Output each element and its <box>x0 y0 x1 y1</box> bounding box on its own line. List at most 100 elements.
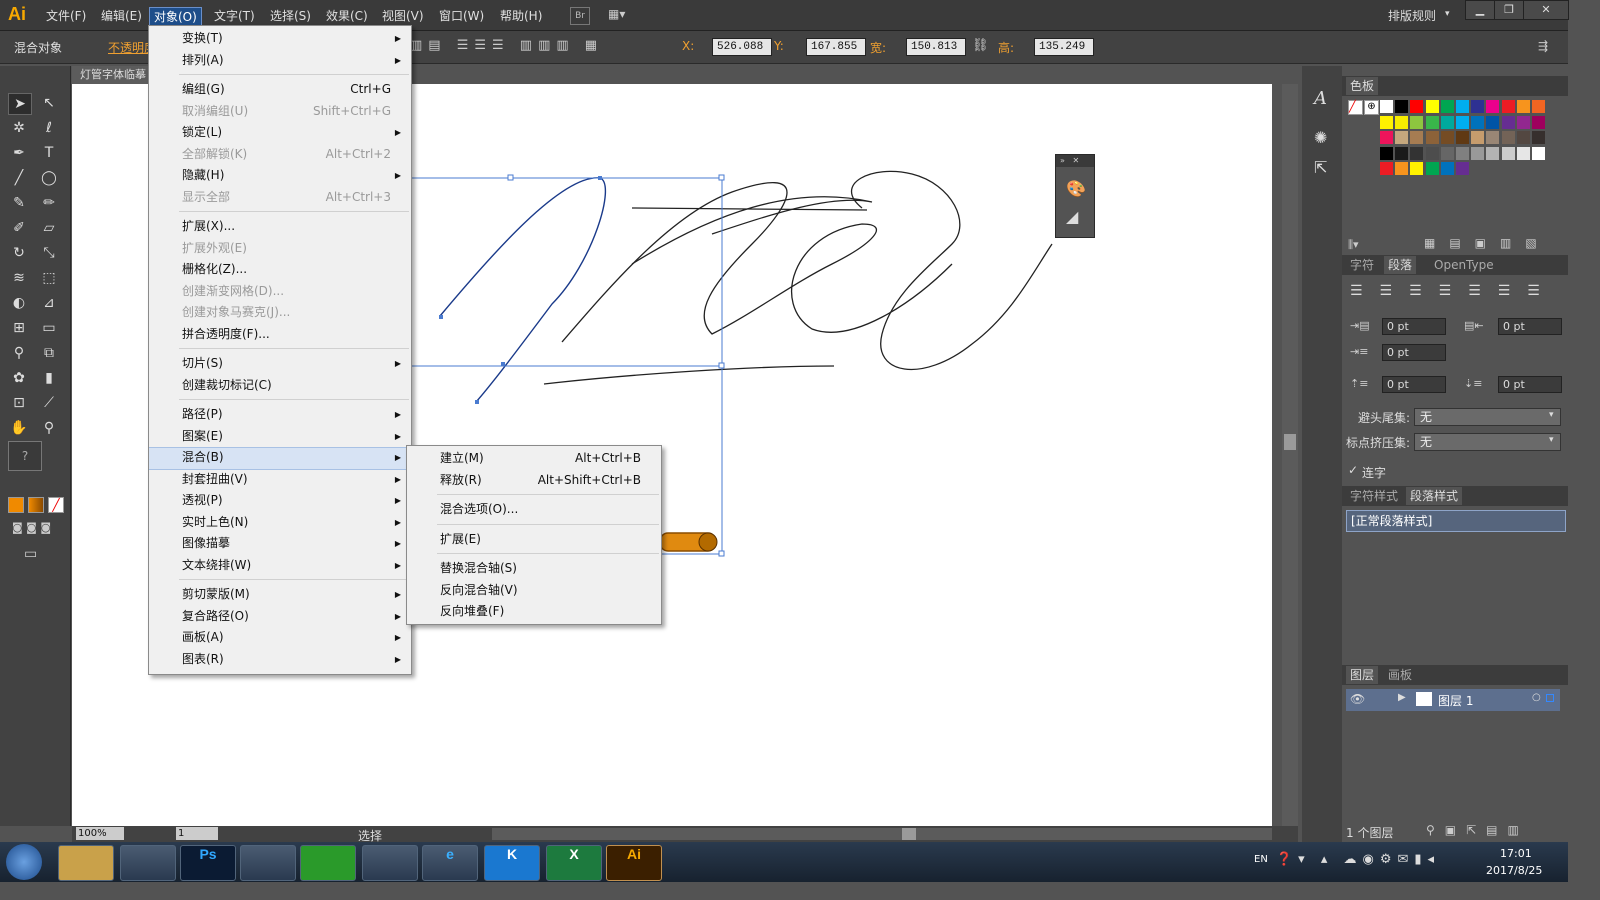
panel-menu-icon[interactable]: ⇶ <box>1538 39 1548 53</box>
color-swatch[interactable] <box>1425 146 1439 160</box>
left-indent-field[interactable]: 0 pt <box>1382 318 1446 335</box>
menu-edit[interactable]: 编辑(E) <box>97 7 146 25</box>
layer-name[interactable]: 图层 1 <box>1438 692 1473 709</box>
blend-tool-icon[interactable]: ⧉ <box>38 343 60 363</box>
rotate-icon[interactable]: ↻ <box>8 243 30 263</box>
scroll-thumb[interactable] <box>1284 434 1296 450</box>
tray-icons[interactable]: ❓▾ ▴ ☁◉⚙✉▮◂ <box>1276 852 1440 867</box>
restore-button[interactable]: ❐ <box>1494 0 1524 20</box>
object-menu-item[interactable]: 混合(B) ▶ <box>149 447 411 470</box>
menu-file[interactable]: 文件(F) <box>42 7 90 25</box>
graph-tool-icon[interactable]: ▮ <box>38 368 60 388</box>
pencil-icon[interactable]: ✏ <box>38 193 60 213</box>
color-swatch[interactable] <box>1486 115 1500 129</box>
taskbar-browser-icon[interactable] <box>120 845 176 881</box>
arrange-documents-icon[interactable]: ▦▾ <box>608 7 634 23</box>
hand-tool-icon[interactable]: ✋ <box>8 418 30 438</box>
layer-row[interactable]: 👁 ▶ 图层 1 ○ <box>1346 689 1560 711</box>
object-menu-item[interactable]: 文本绕排(W) ▶ <box>149 555 411 576</box>
y-field[interactable]: 167.855 <box>806 38 866 56</box>
hyphenate-checkbox[interactable]: ✓ <box>1348 463 1358 477</box>
mojikumi-select[interactable]: 无 <box>1414 433 1561 451</box>
pen-tool-icon[interactable]: ✒ <box>8 143 30 163</box>
color-swatch[interactable] <box>1456 146 1469 160</box>
object-menu-item[interactable]: 全部解锁(K) Alt+Ctrl+2 <box>149 144 411 165</box>
color-swatch[interactable] <box>1395 115 1409 129</box>
color-swatch[interactable] <box>1516 115 1530 129</box>
swatch-actions-icons[interactable]: ▦▤▣▥▧ <box>1424 236 1551 250</box>
color-swatch[interactable] <box>1516 100 1530 113</box>
object-menu-item[interactable]: 创建对象马赛克(J)... <box>149 302 411 323</box>
height-field[interactable]: 135.249 <box>1034 38 1094 56</box>
color-swatch[interactable] <box>1410 115 1424 129</box>
blend-menu-item[interactable]: 混合选项(O)... <box>407 499 661 520</box>
object-menu-item[interactable]: 变换(T) ▶ <box>149 28 411 49</box>
object-menu-item[interactable]: 复合路径(O) ▶ <box>149 606 411 627</box>
selection-indicator-icon[interactable] <box>1546 694 1554 702</box>
color-swatch[interactable] <box>1532 131 1545 144</box>
slice-tool-icon[interactable]: ⟋ <box>38 393 60 413</box>
color-swatch[interactable] <box>1456 162 1469 175</box>
color-swatch[interactable] <box>1395 146 1409 160</box>
chevron-down-icon[interactable]: ▾ <box>1549 410 1554 420</box>
eraser-icon[interactable]: ▱ <box>38 218 60 238</box>
hscroll-thumb[interactable] <box>902 828 916 840</box>
color-swatch[interactable] <box>1486 131 1500 144</box>
clock-time[interactable]: 17:01 <box>1500 847 1532 860</box>
object-menu-item[interactable]: 扩展(X)... <box>149 216 411 237</box>
color-swatch[interactable] <box>1410 100 1424 113</box>
menu-select[interactable]: 选择(S) <box>266 7 315 25</box>
x-field[interactable]: 526.088 <box>712 38 772 56</box>
vertical-scrollbar[interactable] <box>1282 84 1298 826</box>
export-icon[interactable]: ⇱ <box>1314 158 1327 177</box>
tab-character[interactable]: 字符 <box>1346 256 1378 274</box>
object-menu-item[interactable]: 显示全部 Alt+Ctrl+3 <box>149 187 411 208</box>
selection-tool-icon[interactable]: ➤ <box>8 93 32 115</box>
object-menu-item[interactable]: 栅格化(Z)... <box>149 259 411 280</box>
eye-icon[interactable]: 👁 <box>1350 692 1365 706</box>
color-swatch[interactable] <box>1425 131 1439 144</box>
tab-paragraph-styles[interactable]: 段落样式 <box>1406 487 1463 505</box>
blend-menu-item[interactable]: 反向混合轴(V) <box>407 580 661 601</box>
object-menu-item[interactable]: 透视(P) ▶ <box>149 490 411 511</box>
menu-object[interactable]: 对象(O) <box>149 7 202 27</box>
blend-menu-item[interactable]: 反向堆叠(F) <box>407 601 661 622</box>
color-swatch[interactable] <box>1471 131 1485 144</box>
color-swatch[interactable] <box>1380 115 1393 129</box>
object-menu-item[interactable]: 扩展外观(E) <box>149 238 411 259</box>
direct-selection-icon[interactable]: ↖ <box>38 93 60 113</box>
lasso-icon[interactable]: ℓ <box>38 118 60 138</box>
tab-opentype[interactable]: OpenType <box>1430 256 1498 274</box>
menu-help[interactable]: 帮助(H) <box>496 7 546 25</box>
object-menu-item[interactable]: 路径(P) ▶ <box>149 404 411 425</box>
color-swatch[interactable] <box>1395 100 1409 113</box>
zoom-tool-icon[interactable]: ⚲ <box>38 418 60 438</box>
menu-type[interactable]: 文字(T) <box>210 7 259 25</box>
color-swatch[interactable] <box>1501 100 1515 113</box>
magic-wand-icon[interactable]: ✲ <box>8 118 30 138</box>
color-swatch[interactable] <box>1395 162 1409 175</box>
paragraph-style-item[interactable]: [正常段落样式] <box>1346 510 1566 532</box>
color-swatch[interactable] <box>1440 100 1454 113</box>
color-swatch[interactable] <box>1516 146 1530 160</box>
taskbar-illustrator-icon[interactable]: Ai <box>606 845 662 881</box>
appearance-icon[interactable]: ✺ <box>1314 128 1327 147</box>
gradient-icon[interactable]: ▭ <box>38 318 60 338</box>
taskbar-wechat-icon[interactable] <box>300 845 356 881</box>
swatch-grid[interactable]: ╱ ⊕ <box>1346 100 1556 236</box>
taskbar-avatar-icon[interactable] <box>362 845 418 881</box>
document-tab[interactable]: 灯管字体临摹 <box>72 66 160 84</box>
right-indent-field[interactable]: 0 pt <box>1498 318 1562 335</box>
menu-view[interactable]: 视图(V) <box>378 7 428 25</box>
color-swatch[interactable] <box>1501 131 1515 144</box>
object-menu-item[interactable]: 切片(S) ▶ <box>149 353 411 374</box>
taskbar-excel-icon[interactable]: X <box>546 845 602 881</box>
swatch-library-icon[interactable]: ⫼▾ <box>1348 238 1359 252</box>
color-swatch[interactable] <box>1532 100 1545 113</box>
free-transform-icon[interactable]: ⬚ <box>38 268 60 288</box>
transparency-icon[interactable]: ◢ <box>1066 207 1078 226</box>
paintbrush-icon[interactable]: ✎ <box>8 193 30 213</box>
blend-menu-item[interactable]: 替换混合轴(S) <box>407 558 661 579</box>
object-menu-item[interactable]: 排列(A) ▶ <box>149 50 411 71</box>
color-swatch[interactable] <box>1456 100 1469 113</box>
